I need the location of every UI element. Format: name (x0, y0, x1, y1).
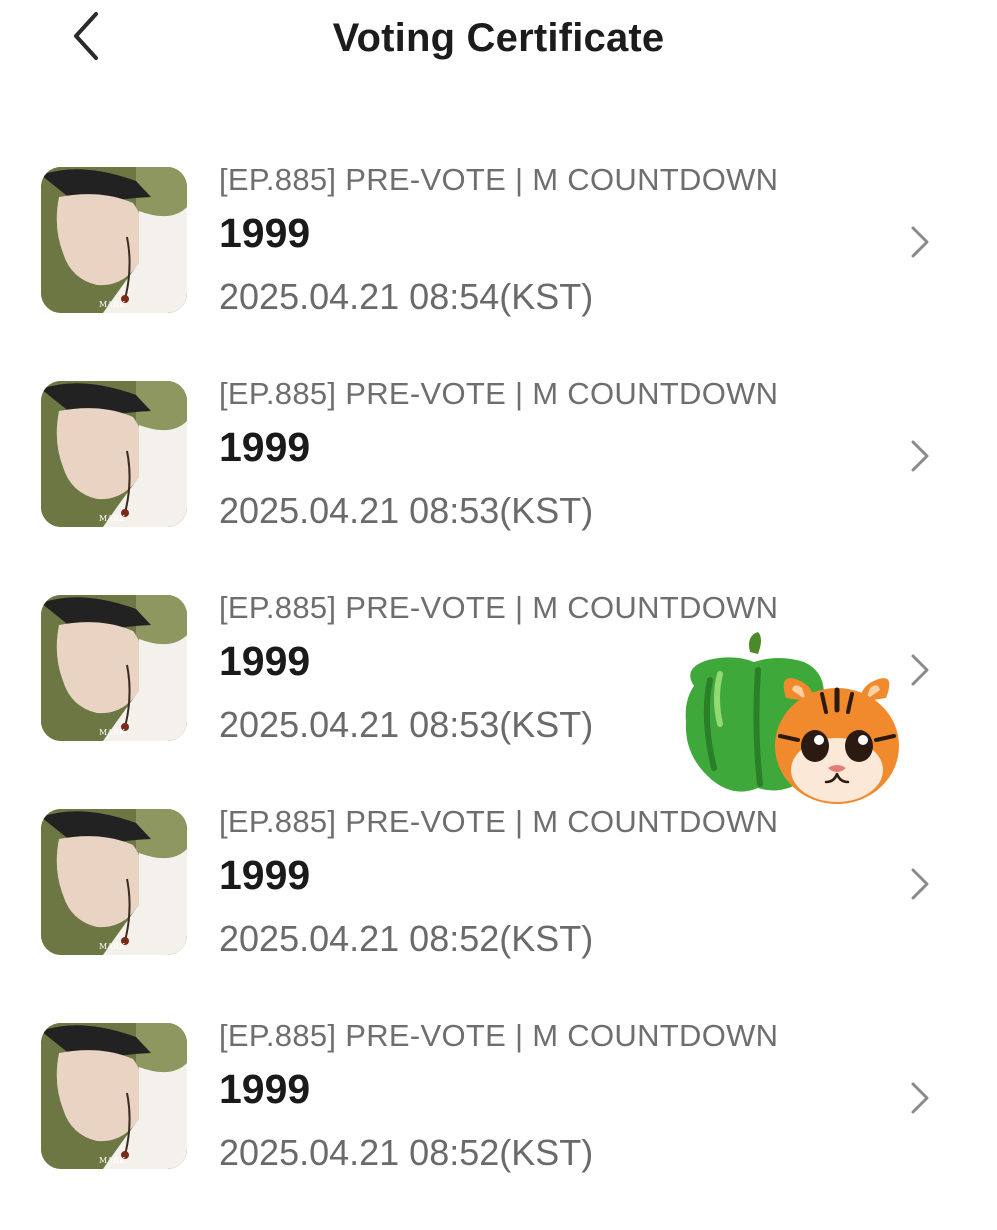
vote-timestamp: 2025.04.21 08:52(KST) (219, 1132, 594, 1173)
certificate-row[interactable]: MARK [EP.885] PRE-VOTE | M COUNTDOWN 199… (0, 160, 997, 374)
page-title: Voting Certificate (332, 16, 665, 60)
chevron-right-icon[interactable] (905, 1078, 935, 1118)
svg-text:MARK: MARK (99, 728, 126, 737)
vote-timestamp: 2025.04.21 08:53(KST) (219, 704, 594, 745)
episode-label: [EP.885] PRE-VOTE | M COUNTDOWN (219, 1018, 779, 1053)
svg-text:MARK: MARK (99, 514, 126, 523)
app-header: Voting Certificate (0, 0, 997, 90)
artist-thumbnail: MARK (41, 167, 187, 313)
song-title: 1999 (219, 1066, 311, 1112)
svg-text:MARK: MARK (99, 942, 126, 951)
song-title: 1999 (219, 638, 311, 684)
emoji-sticker (674, 628, 914, 813)
song-title: 1999 (219, 852, 311, 898)
svg-text:MARK: MARK (99, 1156, 126, 1165)
artist-thumbnail: MARK (41, 595, 187, 741)
chevron-right-icon[interactable] (905, 436, 935, 476)
artist-thumbnail: MARK (41, 809, 187, 955)
artist-thumbnail: MARK (41, 381, 187, 527)
certificate-row[interactable]: MARK [EP.885] PRE-VOTE | M COUNTDOWN 199… (0, 1016, 997, 1230)
song-title: 1999 (219, 210, 311, 256)
artist-thumbnail: MARK (41, 1023, 187, 1169)
certificate-row[interactable]: MARK [EP.885] PRE-VOTE | M COUNTDOWN 199… (0, 374, 997, 588)
tiger-face-icon (775, 678, 899, 804)
vote-timestamp: 2025.04.21 08:53(KST) (219, 490, 594, 531)
vote-timestamp: 2025.04.21 08:54(KST) (219, 276, 594, 317)
song-title: 1999 (219, 424, 311, 470)
chevron-right-icon[interactable] (905, 864, 935, 904)
episode-label: [EP.885] PRE-VOTE | M COUNTDOWN (219, 590, 779, 625)
certificate-row[interactable]: MARK [EP.885] PRE-VOTE | M COUNTDOWN 199… (0, 802, 997, 1016)
svg-text:MARK: MARK (99, 300, 126, 309)
chevron-right-icon[interactable] (905, 222, 935, 262)
vote-timestamp: 2025.04.21 08:52(KST) (219, 918, 594, 959)
episode-label: [EP.885] PRE-VOTE | M COUNTDOWN (219, 376, 779, 411)
episode-label: [EP.885] PRE-VOTE | M COUNTDOWN (219, 162, 779, 197)
